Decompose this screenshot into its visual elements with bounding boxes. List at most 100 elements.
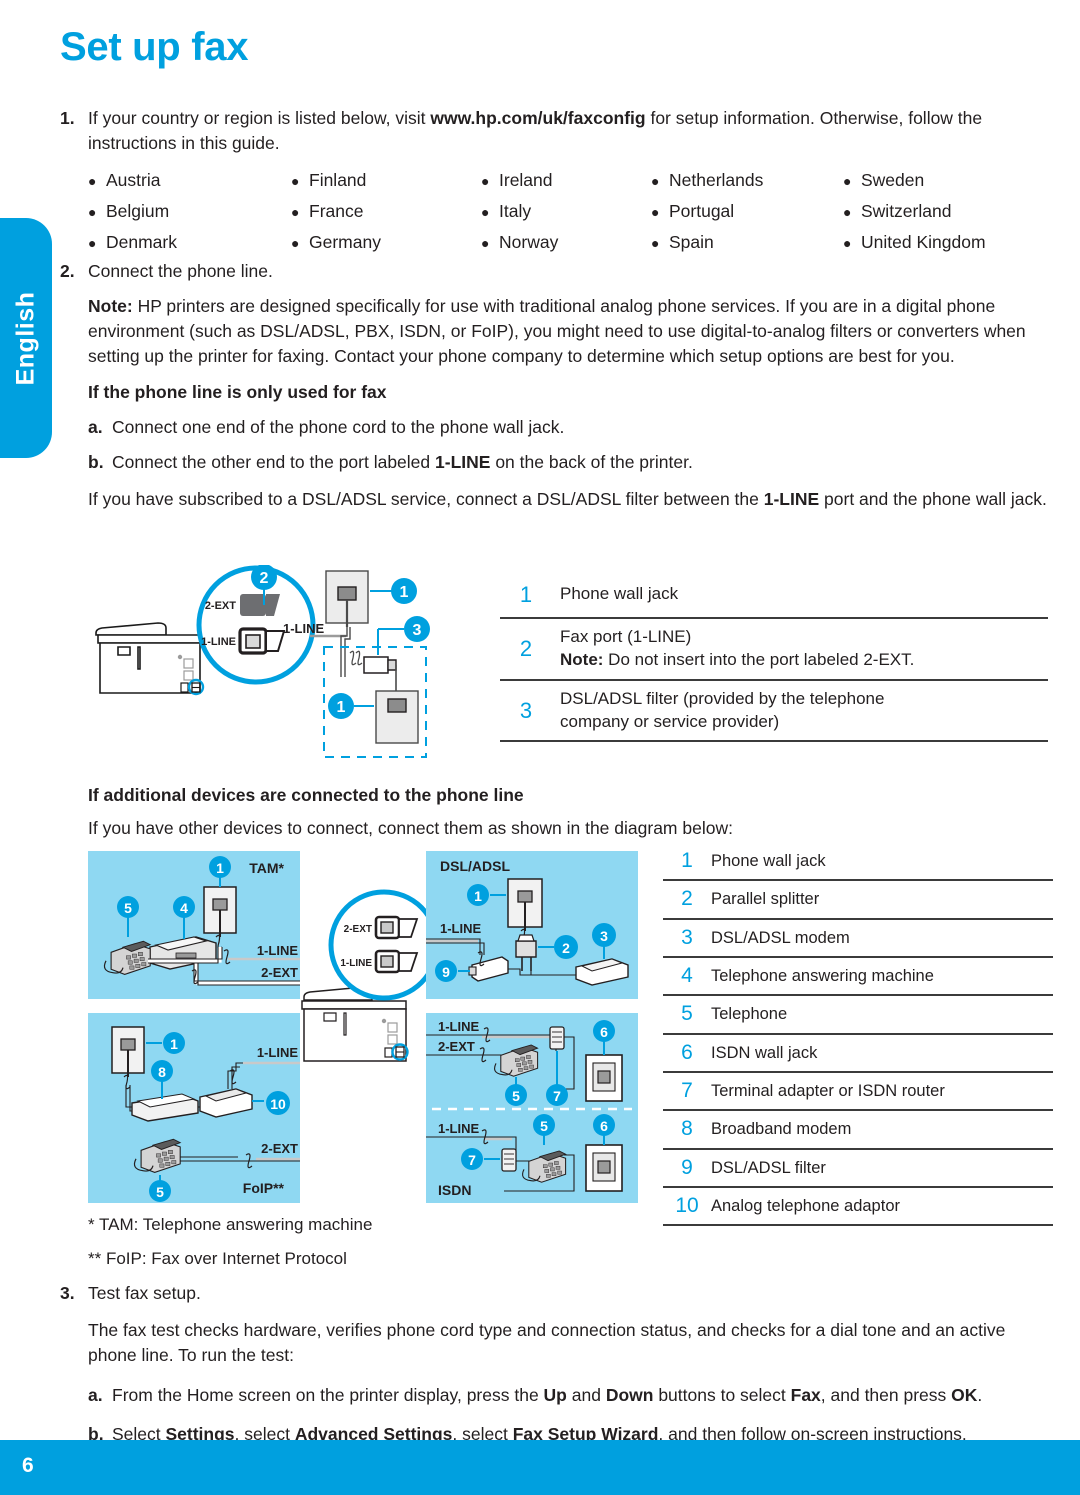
panel-isdn-title: ISDN — [438, 1182, 471, 1198]
callout-3-label: 3 — [413, 622, 422, 639]
legend-note-line: Note: Do not insert into the port labele… — [560, 649, 1048, 672]
isdn-top-callout-5-label: 5 — [512, 1088, 520, 1104]
country-item: ● Switzerland — [843, 201, 1050, 222]
analog-note: Note: HP printers are designed specifica… — [88, 294, 1050, 370]
table-row: 6 ISDN wall jack — [663, 1033, 1053, 1074]
fax-only-step-b: b. Connect the other end to the port lab… — [88, 450, 1050, 475]
legend-note-label: Note: — [560, 649, 604, 669]
center-zoom-1line-port — [374, 949, 419, 974]
step-1-body: If your country or region is listed belo… — [88, 106, 1050, 156]
country-item: ● Ireland — [481, 170, 651, 191]
zoom-2ext-label: 2-EXT — [205, 600, 236, 612]
test-fax-step-a: a. From the Home screen on the printer d… — [88, 1383, 1050, 1408]
legend-text: Phone wall jack — [552, 573, 1048, 619]
legend-row: 2 Fax port (1-LINE) Note: Do not insert … — [500, 617, 1048, 681]
additional-devices-intro: If you have other devices to connect, co… — [88, 818, 733, 838]
callout-1-bottom-group: 1 — [328, 693, 374, 719]
down-button-label: Down — [605, 1384, 654, 1405]
country-label: Germany — [309, 231, 381, 252]
page-footer: 6 — [0, 1440, 1080, 1495]
step-3-number: 3. — [60, 1283, 75, 1303]
table-row: 3 DSL/ADSL modem — [663, 918, 1053, 959]
center-zoom-1line-label: 1-LINE — [340, 958, 372, 969]
wall-jack-bottom — [375, 690, 419, 744]
up-button-label: Up — [543, 1384, 567, 1405]
bullet-icon: ● — [843, 203, 852, 220]
bullet-icon: ● — [291, 234, 300, 251]
panel-foip-title: FoIP** — [243, 1180, 285, 1196]
additional-devices-diagram-block: TAM* 1 4 5 1-LINE 2-EXT FoIP** 1 8 10 5 … — [88, 843, 1053, 1227]
port-1-line-bold: 1-LINE — [435, 452, 491, 473]
legend-text: Terminal adapter or ISDN router — [711, 1072, 1053, 1112]
fax-menu-label: Fax — [790, 1384, 821, 1405]
bullet-icon: ● — [481, 203, 490, 220]
table-row: 7 Terminal adapter or ISDN router — [663, 1072, 1053, 1112]
country-label: Italy — [499, 200, 532, 221]
country-item: ● France — [291, 201, 481, 222]
foip-2ext-label: 2-EXT — [261, 1141, 298, 1156]
bullet-icon: ● — [843, 172, 852, 189]
isdn-bottom-callout-7-label: 7 — [468, 1152, 476, 1168]
cable-1line-label: 1-LINE — [283, 621, 325, 636]
dsl-callout-9-label: 9 — [442, 964, 450, 980]
country-item: ● Netherlands — [651, 170, 843, 191]
center-port-zoom-circle — [328, 889, 440, 1001]
legend-index: 3 — [663, 918, 711, 959]
legend-text-line: Fax port (1-LINE) — [560, 626, 692, 646]
legend-index: 2 — [663, 880, 711, 920]
tam-1line-label: 1-LINE — [257, 943, 299, 958]
isdn-bottom-1line-label: 1-LINE — [438, 1121, 480, 1136]
legend-text: DSL/ADSL filter — [711, 1148, 1053, 1189]
bullet-icon: ● — [291, 172, 300, 189]
dsl-1line-label: 1-LINE — [440, 921, 482, 936]
faxconfig-url[interactable]: www.hp.com/uk/faxconfig — [430, 108, 645, 128]
fax-only-legend: 1 Phone wall jack 2 Fax port (1-LINE) No… — [500, 573, 1048, 743]
test-a-t4: , and then press — [820, 1384, 952, 1405]
tam-callout-5-label: 5 — [124, 900, 132, 916]
bullet-icon: ● — [651, 234, 660, 251]
country-label: Norway — [499, 231, 559, 252]
legend-index: 1 — [500, 573, 552, 619]
bullet-icon: ● — [88, 172, 97, 189]
center-zoom-2ext-port — [374, 915, 419, 940]
country-label: Portugal — [669, 200, 735, 221]
legend-text: Telephone answering machine — [711, 957, 1053, 997]
country-item: ● Portugal — [651, 201, 843, 222]
test-a-text: From the Home screen on the printer disp… — [112, 1383, 982, 1408]
legend-index: 4 — [663, 957, 711, 997]
country-label: Ireland — [499, 169, 553, 190]
test-a-t1: From the Home screen on the printer disp… — [112, 1384, 544, 1405]
step-a-text: Connect one end of the phone cord to the… — [112, 416, 565, 437]
cable-break-squiggle — [349, 650, 357, 666]
tam-2ext-label: 2-EXT — [261, 965, 298, 980]
isdn-top-wall-jack — [585, 1054, 623, 1102]
additional-devices-block: If additional devices are connected to t… — [88, 785, 1048, 839]
foip-callout-5-label: 5 — [156, 1184, 164, 1200]
foip-callout-10-label: 10 — [270, 1096, 286, 1112]
language-tab: English — [0, 218, 52, 458]
test-fax-intro: The fax test checks hardware, verifies p… — [88, 1319, 1006, 1366]
fax-only-heading: If the phone line is only used for fax — [88, 381, 387, 402]
step-b-text: Connect the other end to the port labele… — [112, 450, 693, 475]
panel-dsl-title: DSL/ADSL — [440, 858, 510, 874]
step-3: 3. Test fax setup. — [60, 1281, 1050, 1306]
step-b-letter: b. — [88, 452, 104, 473]
country-item: ● Belgium — [88, 201, 291, 222]
zoom-1line-label: 1-LINE — [201, 636, 236, 648]
step-b-text-2: on the back of the printer. — [490, 452, 693, 473]
country-label: Austria — [106, 169, 161, 190]
diagram2-svg: TAM* 1 4 5 1-LINE 2-EXT FoIP** 1 8 10 5 … — [88, 851, 638, 1203]
panel-tam-title: TAM* — [249, 860, 284, 876]
test-a-t2: and — [566, 1384, 606, 1405]
note-label: Note: — [88, 295, 133, 316]
page-number: 6 — [22, 1454, 34, 1477]
legend-index: 5 — [663, 995, 711, 1035]
dsl-wall-jack — [507, 878, 543, 931]
country-label: Spain — [669, 231, 714, 252]
country-item: ● Austria — [88, 170, 291, 191]
country-item: ● Italy — [481, 201, 651, 222]
step-1-number: 1. — [60, 108, 75, 128]
legend-index: 3 — [500, 679, 552, 743]
legend-row: 1 Phone wall jack — [500, 573, 1048, 619]
content-column: 1. If your country or region is listed b… — [60, 106, 1050, 513]
